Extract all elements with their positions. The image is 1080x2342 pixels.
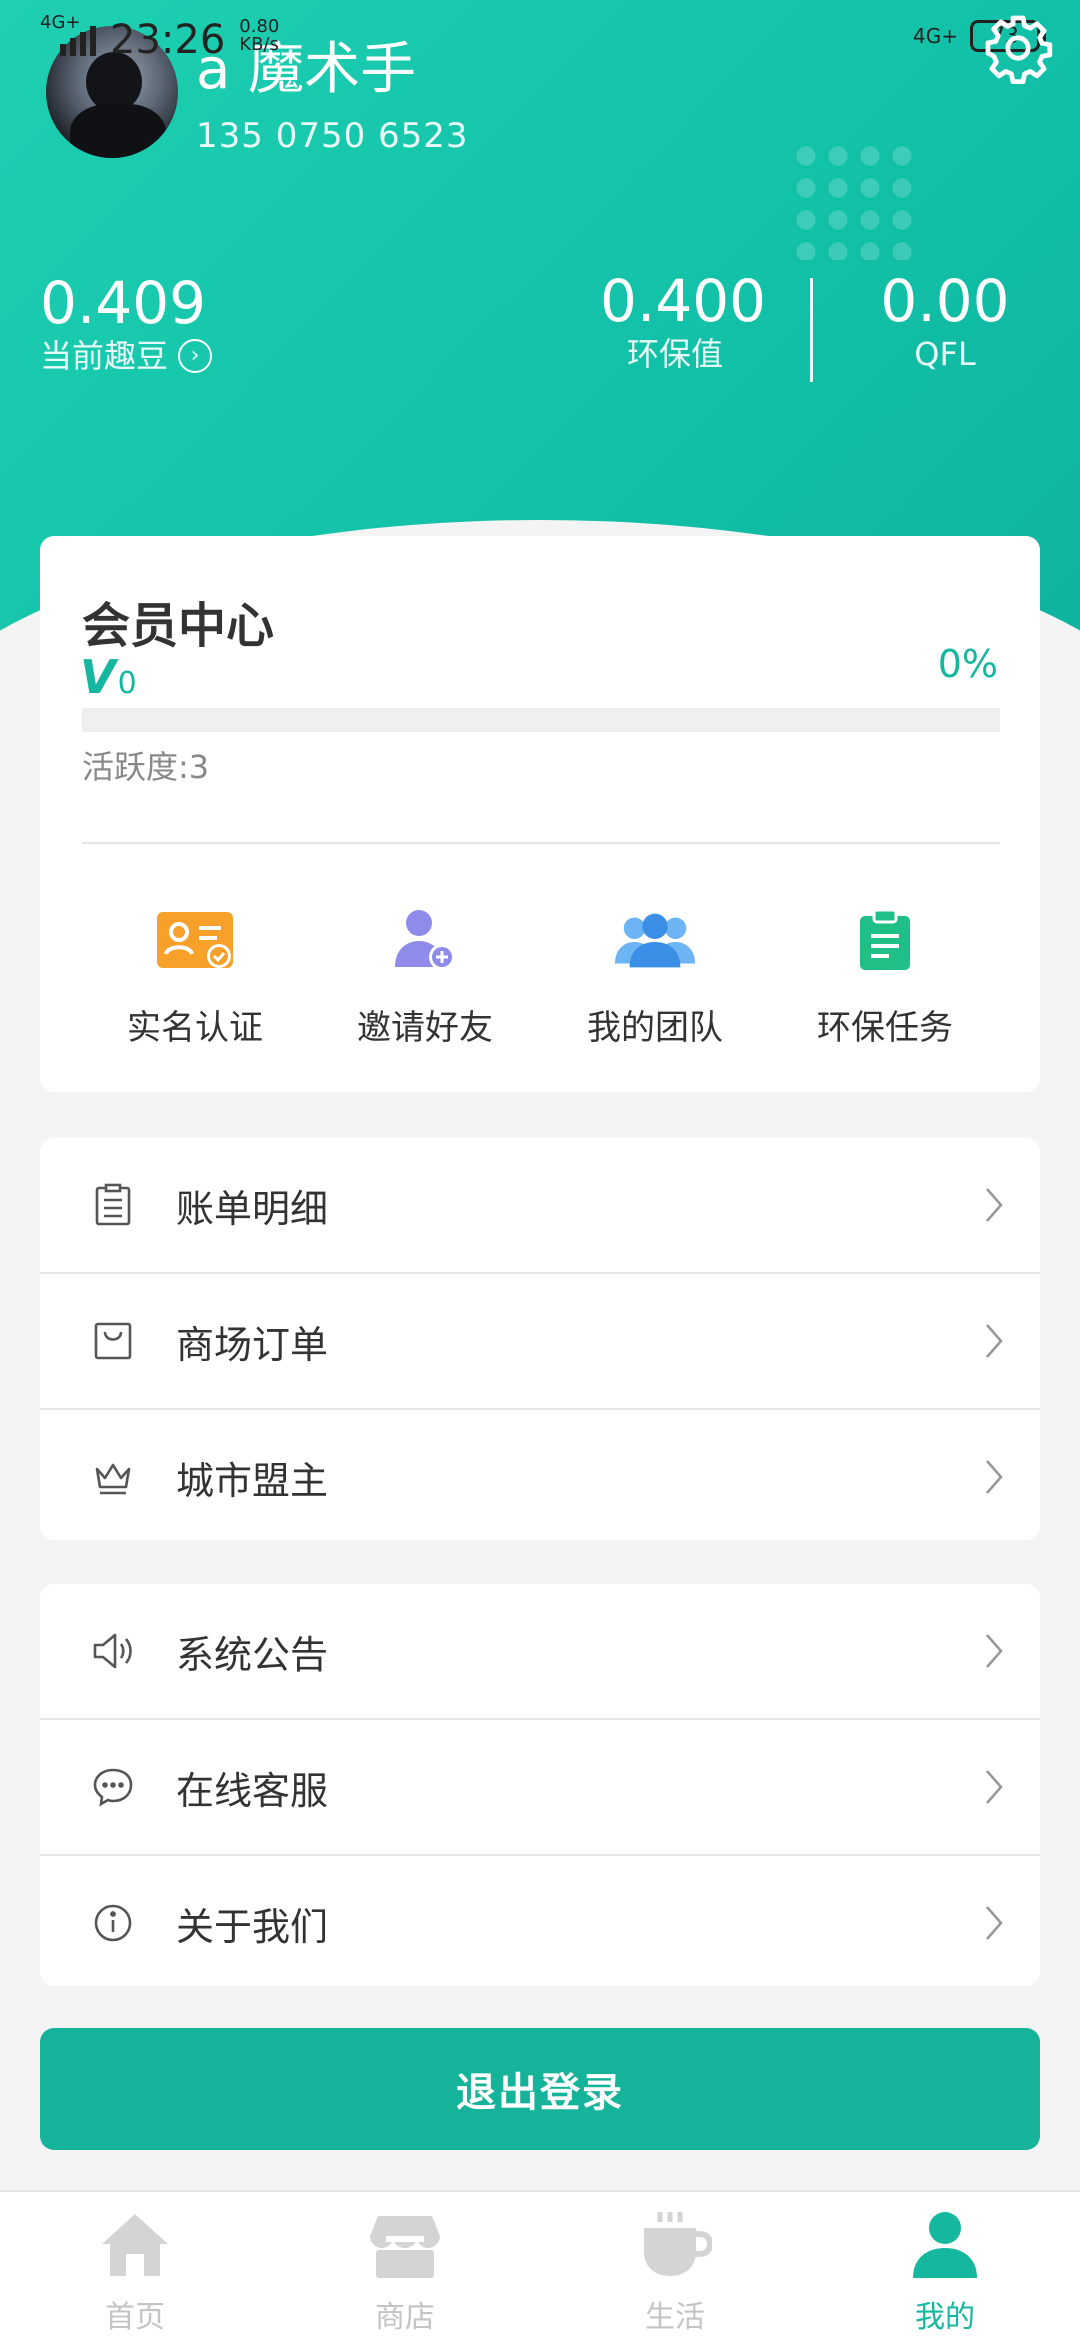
menu-item-label: 在线客服 xyxy=(176,1768,329,1813)
tab-life[interactable]: 生活 xyxy=(540,2192,810,2342)
team-icon xyxy=(614,913,696,968)
real-name-auth-button[interactable]: 实名认证 xyxy=(80,906,310,1049)
speaker-icon xyxy=(93,1633,132,1669)
activity-score: 活跃度:3 xyxy=(82,748,210,786)
chevron-right-icon xyxy=(986,1188,1003,1222)
bill-icon xyxy=(95,1183,131,1226)
chevron-right-circle-icon[interactable]: › xyxy=(178,339,213,373)
id-card-icon xyxy=(157,912,233,968)
my-team-label: 我的团队 xyxy=(587,1008,723,1048)
stat-divider xyxy=(810,278,813,382)
tab-label: 首页 xyxy=(105,2300,165,2335)
tab-store[interactable]: 商店 xyxy=(270,2192,540,2342)
chevron-right-icon xyxy=(986,1906,1003,1940)
tab-label: 商店 xyxy=(375,2300,435,2335)
eco-tasks-button[interactable]: 环保任务 xyxy=(770,906,1000,1049)
coffee-icon xyxy=(644,2212,712,2276)
menu-item-about-us[interactable]: 关于我们 xyxy=(40,1856,1040,1990)
menu-item-city-leader[interactable]: 城市盟主 xyxy=(40,1410,1040,1544)
chevron-right-icon xyxy=(986,1634,1003,1668)
member-actions: 实名认证 邀请好友 我的团队 环保任务 xyxy=(40,906,1040,1049)
menu-item-label: 城市盟主 xyxy=(176,1458,329,1503)
qfl-value: 0.00 xyxy=(880,267,1010,335)
crown-icon xyxy=(95,1463,131,1495)
vip-level-badge: V 0 xyxy=(80,654,137,700)
decorative-dots xyxy=(790,140,920,260)
fun-beans-label: 当前趣豆 xyxy=(40,337,169,375)
fun-beans-stat[interactable]: 0.409 当前趣豆 › xyxy=(40,269,213,376)
bottom-tab-bar: 首页 商店 生活 我的 xyxy=(0,2190,1080,2342)
add-user-icon xyxy=(395,910,455,970)
my-team-button[interactable]: 我的团队 xyxy=(540,906,770,1049)
menu-item-online-support[interactable]: 在线客服 xyxy=(40,1720,1040,1854)
net-speed-unit: KB/s xyxy=(239,34,279,55)
invite-friends-button[interactable]: 邀请好友 xyxy=(310,906,540,1049)
menu-item-label: 商场订单 xyxy=(176,1322,329,1367)
menu-item-announcements[interactable]: 系统公告 xyxy=(40,1584,1040,1718)
member-center-title: 会员中心 xyxy=(82,598,275,654)
logout-button[interactable]: 退出登录 xyxy=(40,2028,1040,2150)
menu-group-orders: 账单明细 商场订单 城市盟主 xyxy=(40,1138,1040,1540)
invite-friends-label: 邀请好友 xyxy=(357,1008,493,1048)
tab-mine[interactable]: 我的 xyxy=(810,2192,1080,2342)
fun-beans-value: 0.409 xyxy=(40,269,207,337)
chevron-right-icon xyxy=(986,1324,1003,1358)
menu-group-service: 系统公告 在线客服 关于我们 xyxy=(40,1584,1040,1986)
clipboard-icon xyxy=(860,908,910,970)
level-progress-bar xyxy=(82,708,1000,732)
eco-value: 0.400 xyxy=(600,267,767,335)
tab-home[interactable]: 首页 xyxy=(0,2192,270,2342)
status-bar: 4G+ 23:26 0.80 KB/s 4G+ 73 xyxy=(0,0,1080,80)
settings-gear-icon[interactable] xyxy=(982,12,1054,84)
shopping-bag-icon xyxy=(94,1322,132,1360)
eco-tasks-label: 环保任务 xyxy=(817,1008,953,1048)
qfl-label: QFL xyxy=(914,335,976,373)
info-icon xyxy=(94,1904,132,1942)
eco-value-stat: 0.400 环保值 xyxy=(600,267,767,374)
phone-number: 135 0750 6523 xyxy=(196,116,469,156)
qfl-stat: 0.00 QFL xyxy=(880,268,1010,374)
menu-item-label: 关于我们 xyxy=(176,1904,329,1949)
clock: 23:26 xyxy=(110,17,226,63)
network-type-right: 4G+ xyxy=(913,24,958,48)
user-icon xyxy=(913,2212,977,2278)
menu-item-mall-orders[interactable]: 商场订单 xyxy=(40,1274,1040,1408)
menu-item-label: 账单明细 xyxy=(176,1186,329,1231)
divider xyxy=(82,842,1000,844)
chat-icon xyxy=(93,1768,133,1807)
vip-level-number: 0 xyxy=(117,666,137,701)
store-icon xyxy=(370,2216,440,2278)
tab-label: 我的 xyxy=(915,2300,975,2335)
level-progress-percent: 0% xyxy=(937,642,998,686)
home-icon xyxy=(102,2214,168,2276)
chevron-right-icon xyxy=(986,1770,1003,1804)
real-name-auth-label: 实名认证 xyxy=(127,1008,263,1048)
tab-label: 生活 xyxy=(645,2300,705,2335)
member-center-card: 会员中心 V 0 0% 活跃度:3 实名认证 邀请好友 我的团队 环保任务 xyxy=(40,536,1040,1092)
menu-item-bill-details[interactable]: 账单明细 xyxy=(40,1138,1040,1272)
chevron-right-icon xyxy=(986,1460,1003,1494)
menu-item-label: 系统公告 xyxy=(176,1632,329,1677)
vip-mark: V xyxy=(80,650,116,704)
eco-label: 环保值 xyxy=(626,335,723,373)
network-type: 4G+ xyxy=(40,12,81,33)
